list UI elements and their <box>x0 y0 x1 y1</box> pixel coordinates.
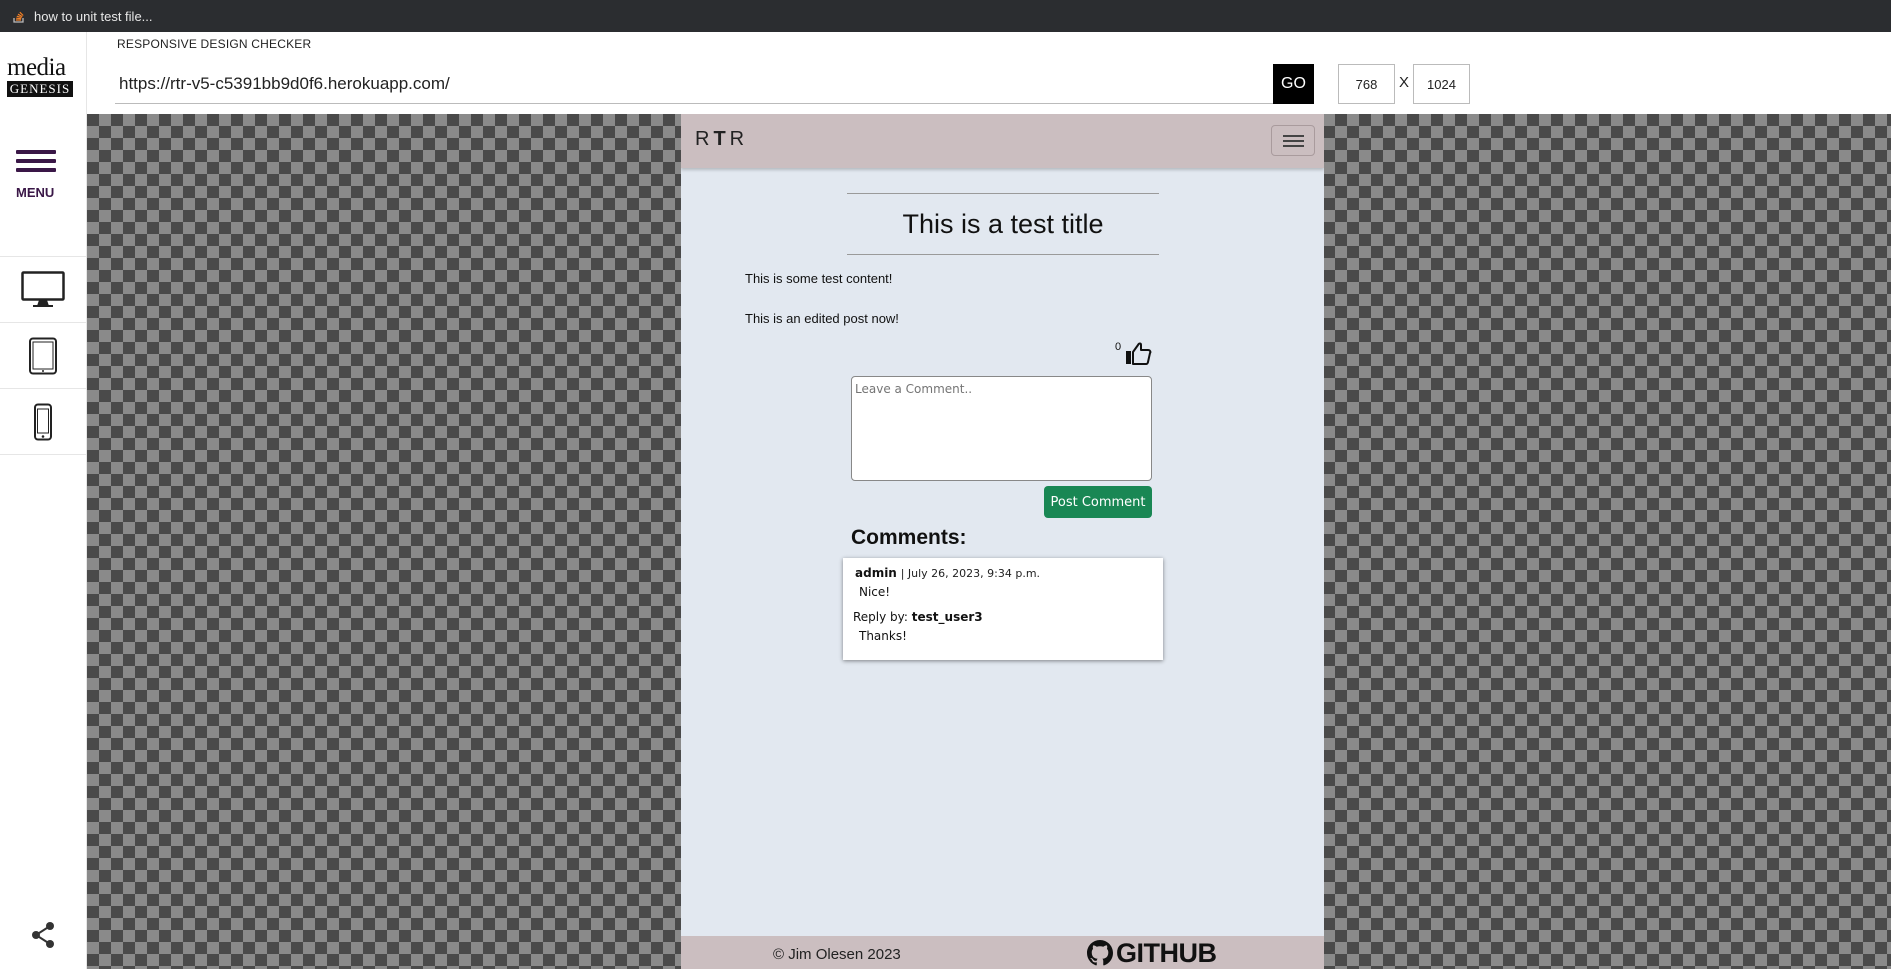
site-brand[interactable]: RTR <box>695 128 748 151</box>
site-navbar: RTR <box>681 114 1324 168</box>
url-input[interactable] <box>115 64 1273 104</box>
browser-tab-bar: how to unit test file... <box>0 0 1891 32</box>
thumbs-up-icon <box>1126 342 1152 365</box>
hamburger-icon <box>1283 135 1304 137</box>
comments-heading: Comments: <box>851 526 967 549</box>
phone-icon <box>34 403 52 440</box>
post-title-wrap: This is a test title <box>847 193 1159 255</box>
comment-meta: admin | July 26, 2023, 9:34 p.m. <box>855 566 1040 580</box>
logo-text-top: media <box>7 54 66 81</box>
hamburger-icon <box>16 150 56 154</box>
post-comment-button[interactable]: Post Comment <box>1044 486 1152 518</box>
phone-view-button[interactable] <box>0 388 86 454</box>
reply-body: Thanks! <box>859 629 907 643</box>
navbar-toggler-button[interactable] <box>1271 125 1315 156</box>
share-button[interactable] <box>28 920 58 950</box>
logo-text-bottom: GENESIS <box>7 81 73 97</box>
desktop-icon <box>21 270 65 307</box>
hamburger-icon-bar <box>1283 145 1304 147</box>
width-input[interactable] <box>1338 64 1395 104</box>
post-title: This is a test title <box>902 208 1104 239</box>
desktop-view-button[interactable] <box>0 256 86 322</box>
github-link[interactable]: GITHUB <box>1087 938 1217 968</box>
height-input[interactable] <box>1413 64 1470 104</box>
sidebar: media GENESIS MENU <box>0 32 87 969</box>
stack-overflow-icon <box>12 9 26 23</box>
dimension-separator: X <box>1399 74 1410 91</box>
brand-letter-mid: T <box>713 128 730 150</box>
reply-meta: Reply by: test_user3 <box>853 610 983 624</box>
device-divider <box>0 454 86 455</box>
comment-author: admin <box>855 566 897 580</box>
post-content-line: This is some test content! <box>745 271 893 286</box>
menu-button[interactable]: MENU <box>12 150 62 202</box>
comment-body: Nice! <box>859 585 891 599</box>
menu-label: MENU <box>16 185 55 200</box>
footer-copyright: © Jim Olesen 2023 <box>773 946 901 963</box>
comment-date: | July 26, 2023, 9:34 p.m. <box>900 567 1041 580</box>
github-label: GITHUB <box>1116 937 1217 968</box>
app-label: RESPONSIVE DESIGN CHECKER <box>117 37 312 51</box>
go-button[interactable]: GO <box>1273 64 1314 104</box>
tablet-view-button[interactable] <box>0 322 86 388</box>
github-icon <box>1087 940 1113 966</box>
preview-viewport[interactable]: RTR This is a test title This is some te… <box>681 114 1324 969</box>
brand-letter-left: R <box>695 128 714 150</box>
comment-card: admin | July 26, 2023, 9:34 p.m. Nice! R… <box>843 558 1163 660</box>
reply-prefix: Reply by: <box>853 610 908 624</box>
comment-input[interactable] <box>851 376 1152 481</box>
tab-title[interactable]: how to unit test file... <box>34 9 153 24</box>
reply-author: test_user3 <box>911 610 983 624</box>
site-footer: © Jim Olesen 2023 GITHUB <box>681 936 1324 969</box>
like-button[interactable] <box>1125 340 1153 366</box>
media-genesis-logo[interactable]: media GENESIS <box>7 54 73 97</box>
post-content-line: This is an edited post now! <box>745 311 899 326</box>
tablet-icon <box>29 337 57 374</box>
hamburger-icon-bar <box>1283 140 1304 142</box>
share-icon <box>32 922 54 948</box>
hamburger-icon-bar <box>16 159 56 163</box>
like-count: 0 <box>1115 341 1122 353</box>
hamburger-icon-bar <box>16 168 56 172</box>
brand-letter-right: R <box>729 128 749 150</box>
